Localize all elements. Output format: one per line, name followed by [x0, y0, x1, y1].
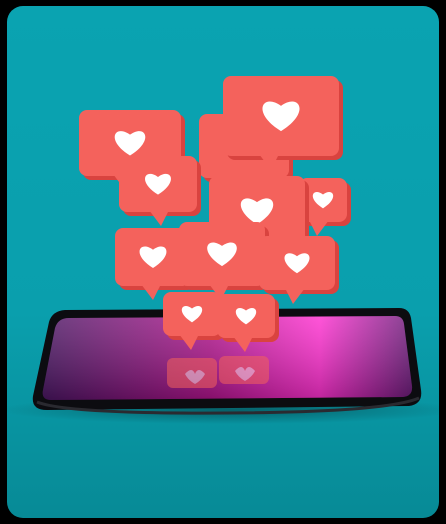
heart-bubble — [179, 222, 269, 300]
heart-bubble — [119, 156, 201, 226]
teal-card — [7, 6, 439, 518]
heart-bubble — [259, 236, 339, 304]
social-likes-illustration — [7, 76, 439, 424]
image-frame — [0, 0, 446, 524]
heart-bubble — [223, 76, 343, 170]
